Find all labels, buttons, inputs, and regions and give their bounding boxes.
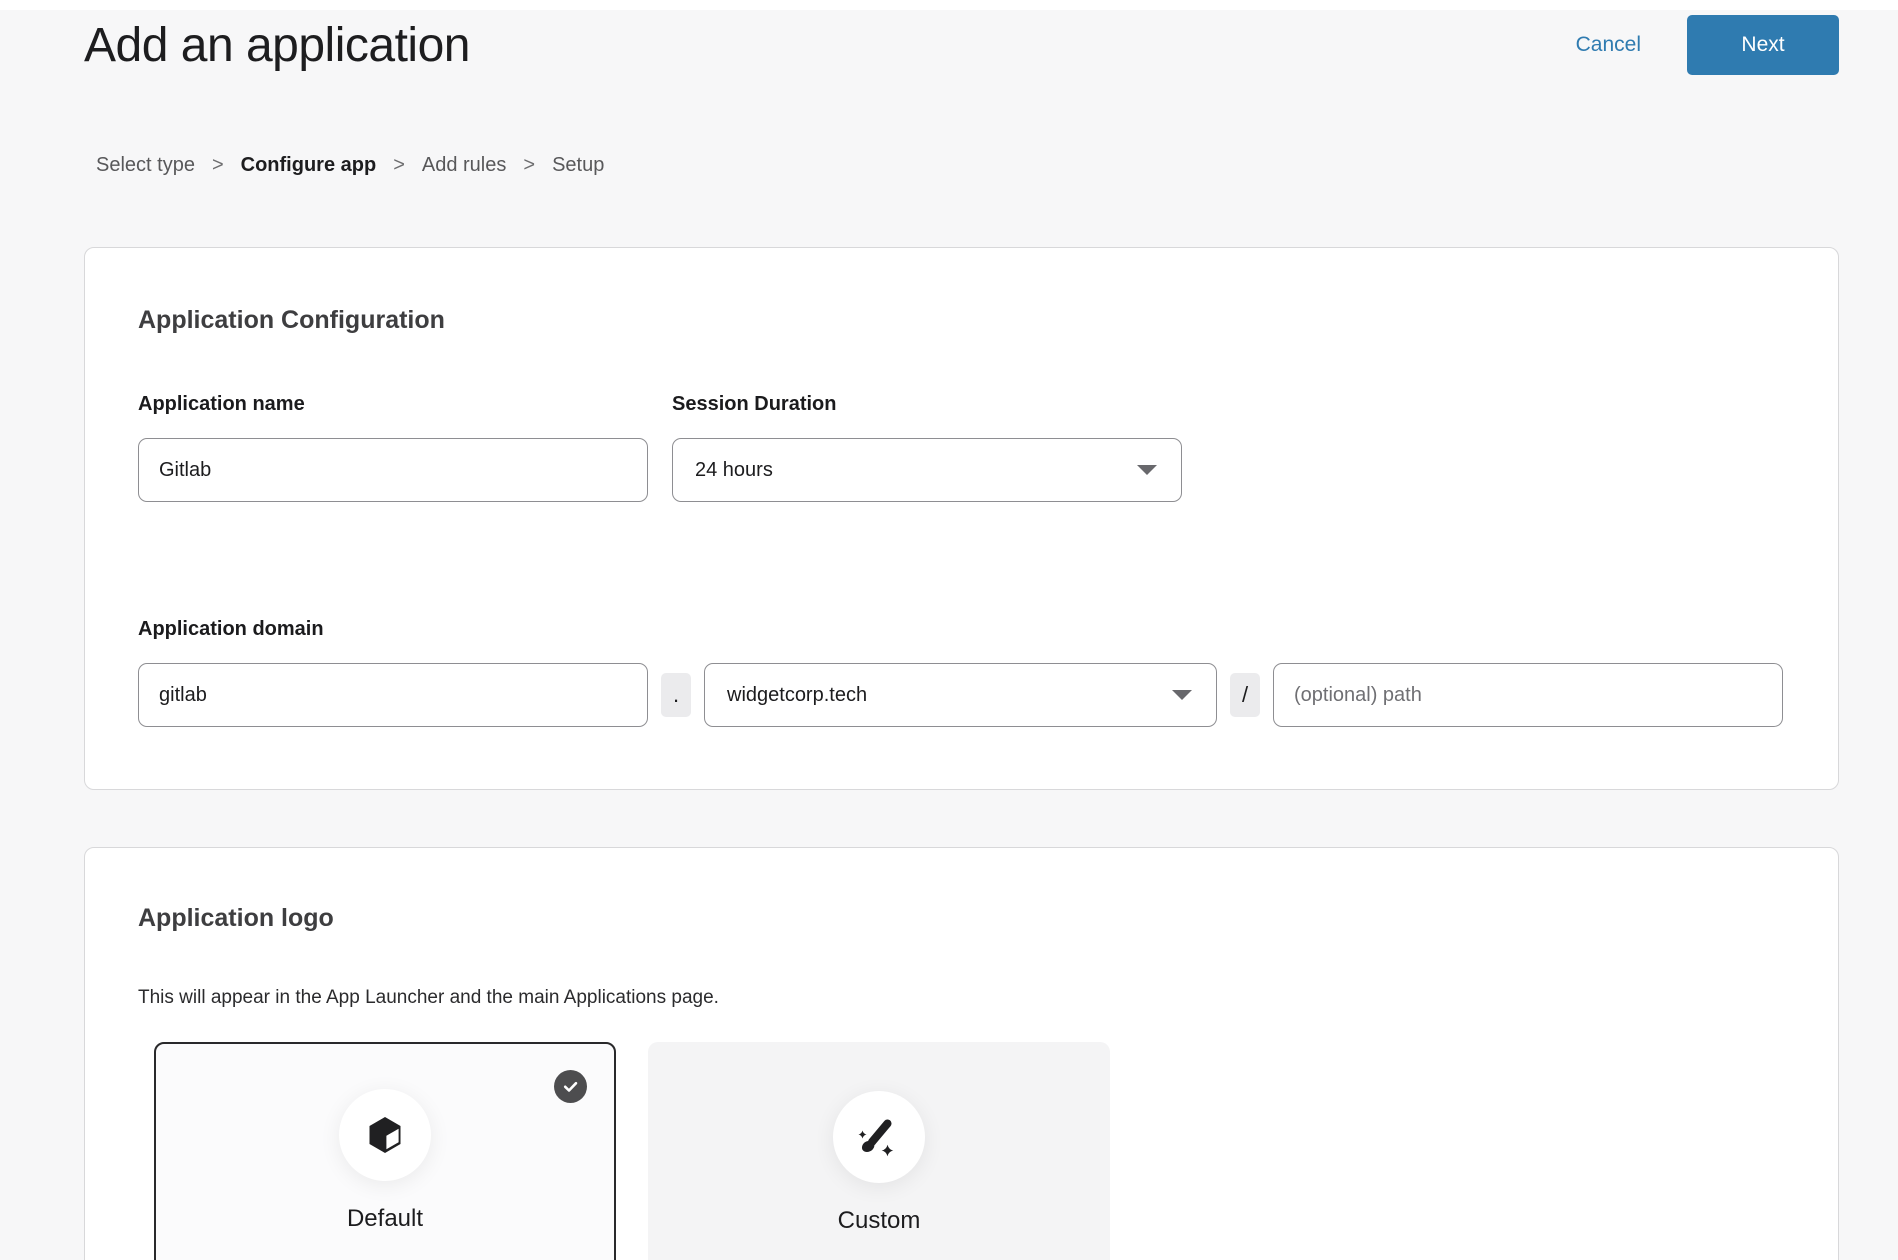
chevron-down-icon bbox=[1135, 463, 1159, 477]
header-actions: Cancel Next bbox=[1576, 15, 1839, 75]
paintbrush-icon bbox=[857, 1115, 901, 1159]
breadcrumb-step-select-type[interactable]: Select type bbox=[96, 154, 195, 177]
domain-select[interactable]: widgetcorp.tech bbox=[704, 663, 1217, 727]
breadcrumb-step-configure-app[interactable]: Configure app bbox=[241, 154, 377, 177]
logo-description: This will appear in the App Launcher and… bbox=[138, 987, 1785, 1009]
application-name-input[interactable] bbox=[138, 438, 648, 502]
breadcrumb-separator: > bbox=[523, 154, 535, 177]
domain-select-value: widgetcorp.tech bbox=[727, 684, 867, 707]
session-duration-value: 24 hours bbox=[695, 459, 773, 482]
session-duration-label: Session Duration bbox=[672, 393, 1182, 416]
subdomain-input[interactable] bbox=[138, 663, 648, 727]
top-edge bbox=[0, 0, 1898, 10]
application-configuration-title: Application Configuration bbox=[138, 306, 1785, 335]
session-duration-field: Session Duration 24 hours bbox=[672, 393, 1182, 502]
application-configuration-card: Application Configuration Application na… bbox=[84, 247, 1839, 790]
selected-check-icon bbox=[554, 1070, 587, 1103]
breadcrumb-separator: > bbox=[393, 154, 405, 177]
application-logo-title: Application logo bbox=[138, 904, 1785, 933]
breadcrumb: Select type > Configure app > Add rules … bbox=[96, 154, 1898, 177]
cube-icon bbox=[363, 1113, 407, 1157]
logo-option-label: Default bbox=[347, 1205, 423, 1233]
chevron-down-icon bbox=[1170, 688, 1194, 702]
logo-options: Default Custom bbox=[154, 1042, 1785, 1260]
name-duration-row: Application name Session Duration 24 hou… bbox=[138, 393, 1785, 502]
page-title: Add an application bbox=[84, 18, 470, 73]
default-logo-circle bbox=[339, 1089, 431, 1181]
path-input[interactable] bbox=[1273, 663, 1783, 727]
application-domain-label: Application domain bbox=[138, 618, 1785, 641]
custom-logo-circle bbox=[833, 1091, 925, 1183]
next-button[interactable]: Next bbox=[1687, 15, 1839, 75]
session-duration-select[interactable]: 24 hours bbox=[672, 438, 1182, 502]
application-logo-card: Application logo This will appear in the… bbox=[84, 847, 1839, 1260]
logo-option-custom[interactable]: Custom bbox=[648, 1042, 1110, 1260]
logo-option-label: Custom bbox=[838, 1207, 921, 1235]
cancel-button[interactable]: Cancel bbox=[1576, 33, 1641, 57]
slash-separator: / bbox=[1230, 673, 1260, 717]
breadcrumb-step-setup[interactable]: Setup bbox=[552, 154, 604, 177]
application-domain-row: . widgetcorp.tech / bbox=[138, 663, 1785, 727]
breadcrumb-separator: > bbox=[212, 154, 224, 177]
logo-option-default[interactable]: Default bbox=[154, 1042, 616, 1260]
application-name-field: Application name bbox=[138, 393, 648, 502]
dot-separator: . bbox=[661, 673, 691, 717]
breadcrumb-step-add-rules[interactable]: Add rules bbox=[422, 154, 507, 177]
header: Add an application Cancel Next bbox=[0, 0, 1898, 76]
application-name-label: Application name bbox=[138, 393, 648, 416]
